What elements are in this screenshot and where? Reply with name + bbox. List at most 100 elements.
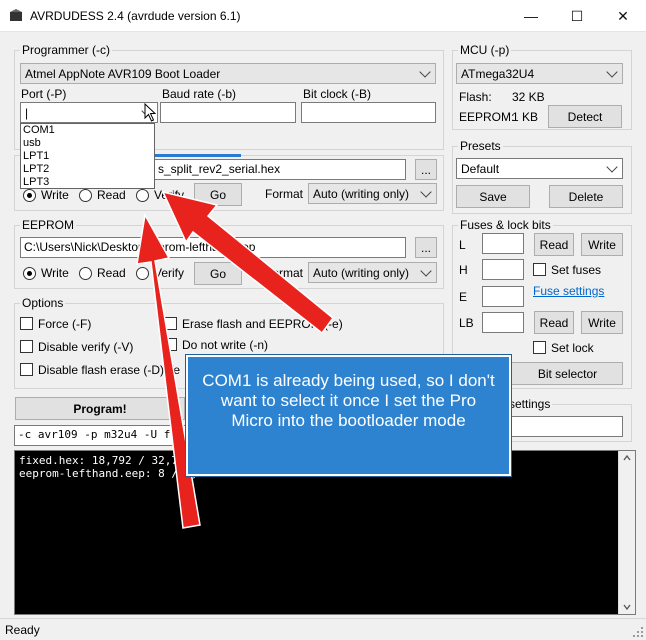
chevron-down-icon [606,66,618,78]
programmer-select[interactable]: Atmel AppNote AVR109 Boot Loader [20,63,436,84]
lock-read-button[interactable]: Read [534,311,574,334]
baud-rate-label: Baud rate (-b) [162,87,237,101]
progress-bar [155,154,241,157]
flash-write-radio[interactable] [23,189,36,202]
port-option[interactable]: LPT3 [23,176,49,188]
eeprom-file-input[interactable]: C:\Users\Nick\Desktop\ eprom-lefthand.ee… [20,237,406,258]
force-checkbox[interactable] [20,317,33,330]
fuse-read-button[interactable]: Read [534,233,574,256]
fuse-l-input[interactable] [482,233,524,254]
verbosity-label: Ve [166,363,181,377]
bit-clock-input[interactable] [301,102,436,123]
program-button[interactable]: Program! [15,397,185,420]
baud-rate-input[interactable] [160,102,296,123]
flash-file-input[interactable]: s_split_rev2_serial.hex [154,159,406,180]
eeprom-read-radio[interactable] [79,267,92,280]
console-line: eeprom-lefthand.eep: 8 / 1,0 [19,467,205,480]
resize-grip-icon[interactable] [633,627,643,637]
fuse-write-button[interactable]: Write [581,233,623,256]
eeprom-write-label: Write [41,266,69,280]
mcu-eeprom-label: EEPROM: [459,110,515,124]
close-button[interactable]: ✕ [600,0,646,32]
flash-browse-button[interactable]: ... [415,159,437,180]
chevron-down-icon [420,186,432,198]
scroll-down-icon [623,604,631,610]
mcu-eeprom-value: 1 KB [512,110,539,124]
port-select-value: | [25,106,29,120]
eeprom-verify-radio[interactable] [136,267,149,280]
bit-clock-label: Bit clock (-B) [303,87,372,101]
port-option[interactable]: usb [23,137,41,149]
lock-write-button[interactable]: Write [581,311,623,334]
eeprom-write-radio[interactable] [23,267,36,280]
eeprom-read-label: Read [97,266,126,280]
maximize-button[interactable]: ☐ [554,0,600,32]
presets-select-value: Default [461,162,500,176]
bit-selector-label: Bit selector [537,366,598,381]
flash-read-radio[interactable] [79,189,92,202]
eeprom-browse-button[interactable]: ... [415,237,437,258]
minimize-button[interactable]: — [508,0,554,32]
detect-button[interactable]: Detect [548,105,622,128]
no-write-label: Do not write (-n) [182,338,269,352]
eeprom-go-button[interactable]: Go [194,262,242,285]
mouse-cursor-icon [144,103,157,122]
fuse-lb-label: LB [459,316,474,330]
preset-save-button[interactable]: Save [456,185,530,208]
erase-checkbox[interactable] [164,317,177,330]
scroll-up-icon [623,455,631,461]
mcu-flash-label: Flash: [459,90,492,104]
eeprom-group-label: EEPROM [20,218,77,232]
disable-flash-erase-checkbox[interactable] [20,363,33,376]
chevron-down-icon [606,161,618,173]
set-lock-label: Set lock [551,341,594,355]
flash-format-select[interactable]: Auto (writing only) [308,183,437,204]
presets-group-label: Presets [458,139,503,153]
fuses-group-label: Fuses & lock bits [458,218,553,232]
set-fuses-checkbox[interactable] [533,263,546,276]
port-dropdown-list: COM1 usb LPT1 LPT2 LPT3 [20,123,155,189]
fuse-h-input[interactable] [482,259,524,280]
fuse-l-label: L [459,238,466,252]
port-option[interactable]: LPT2 [23,163,49,175]
status-text: Ready [5,623,40,637]
app-icon [10,9,22,21]
mcu-select-value: ATmega32U4 [461,67,535,81]
set-fuses-label: Set fuses [551,263,602,277]
fuse-lb-input[interactable] [482,312,524,333]
erase-label: Erase flash and EEPROM (-e) [182,317,343,331]
mcu-select[interactable]: ATmega32U4 [456,63,623,84]
disable-verify-checkbox[interactable] [20,340,33,353]
force-label: Force (-F) [38,317,92,331]
status-bar: Ready [0,618,646,640]
port-option[interactable]: LPT1 [23,150,49,162]
programmer-group-label: Programmer (-c) [20,43,113,57]
fuse-e-label: E [459,290,468,304]
command-line-input[interactable]: -c avr109 -p m32u4 -U flash: [14,425,194,446]
window-title: AVRDUDESS 2.4 (avrdude version 6.1) [30,9,241,23]
flash-verify-radio[interactable] [136,189,149,202]
fuse-h-label: H [459,263,468,277]
set-lock-checkbox[interactable] [533,341,546,354]
eeprom-format-select[interactable]: Auto (writing only) [308,262,437,283]
flash-format-value: Auto (writing only) [313,187,410,201]
chevron-down-icon [419,66,431,78]
port-select[interactable]: | [20,102,158,123]
mcu-group-label: MCU (-p) [458,43,512,57]
chevron-down-icon [420,265,432,277]
settings-group-label: settings [507,397,553,411]
eeprom-format-label: Format [265,266,304,280]
flash-read-label: Read [97,188,126,202]
console-scrollbar[interactable] [618,451,635,614]
mcu-flash-value: 32 KB [512,90,545,104]
fuse-e-input[interactable] [482,286,524,307]
port-option[interactable]: COM1 [23,124,55,136]
eeprom-verify-label: Verify [154,266,185,280]
preset-delete-button[interactable]: Delete [549,185,623,208]
annotation-callout: COM1 is already being used, so I don't w… [186,355,511,476]
no-write-checkbox[interactable] [164,338,177,351]
presets-select[interactable]: Default [456,158,623,179]
flash-go-button[interactable]: Go [194,183,242,206]
fuse-settings-link[interactable]: Fuse settings [533,284,604,298]
flash-verify-label: Verify [154,188,185,202]
